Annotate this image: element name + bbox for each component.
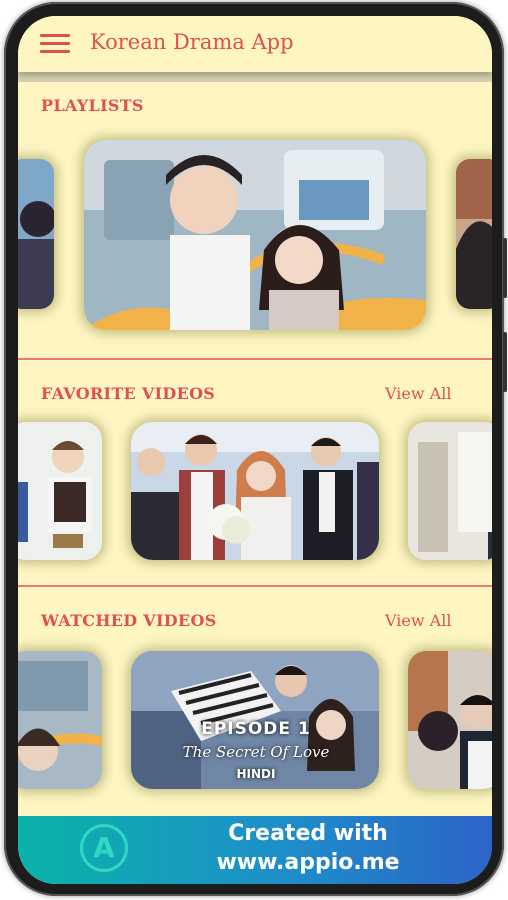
language-label: HINDI — [236, 767, 276, 781]
watched-view-all-link[interactable]: View All — [385, 611, 451, 630]
app-screen: Korean Drama App PLAYLISTS FAVORITE VIDE… — [18, 16, 492, 884]
favorite-card-prev[interactable] — [18, 422, 102, 560]
appio-banner[interactable]: A Created with www.appio.me — [18, 816, 492, 884]
appbar-shadow — [18, 72, 492, 82]
app-title: Korean Drama App — [90, 30, 294, 54]
favorite-card-next[interactable] — [408, 422, 492, 560]
watched-card-main[interactable]: EPISODE 1 The Secret Of Love HINDI — [131, 651, 379, 789]
section-divider — [18, 585, 492, 587]
app-bar: Korean Drama App — [18, 16, 492, 72]
section-divider — [18, 358, 492, 360]
playlist-card-prev[interactable] — [18, 159, 54, 309]
drama-thumbnail-image — [131, 422, 379, 560]
favorites-view-all-link[interactable]: View All — [385, 384, 451, 403]
favorite-card-main[interactable] — [131, 422, 379, 560]
episode-subtitle: The Secret Of Love — [182, 743, 330, 761]
appio-logo-icon: A — [80, 824, 128, 872]
watched-card-next[interactable] — [408, 651, 492, 789]
banner-line2: www.appio.me — [216, 850, 400, 875]
watched-videos-title: WATCHED VIDEOS — [41, 611, 217, 630]
banner-line1: Created with — [228, 821, 388, 846]
drama-thumbnail-image — [84, 140, 426, 330]
episode-label: EPISODE 1 — [201, 719, 311, 739]
volume-button — [503, 238, 507, 298]
power-button — [503, 332, 507, 392]
playlist-card-main[interactable] — [84, 140, 426, 330]
hamburger-menu-icon[interactable] — [40, 34, 70, 54]
favorite-videos-title: FAVORITE VIDEOS — [41, 384, 216, 403]
playlist-card-next[interactable] — [456, 159, 492, 309]
watched-card-prev[interactable] — [18, 651, 102, 789]
playlists-title: PLAYLISTS — [41, 96, 144, 115]
